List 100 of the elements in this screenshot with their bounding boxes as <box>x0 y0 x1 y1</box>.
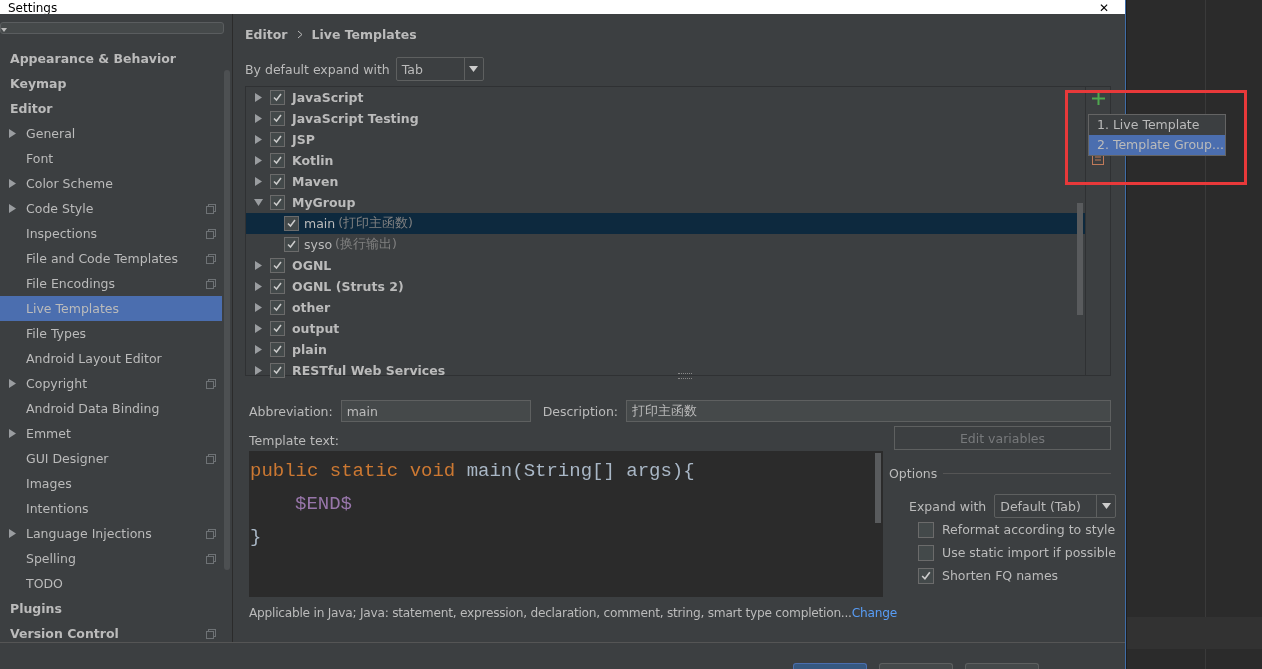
checkbox[interactable] <box>270 300 285 315</box>
sidebar-item[interactable]: File Types <box>0 321 232 346</box>
checkbox[interactable] <box>284 216 299 231</box>
template-group[interactable]: JavaScript Testing <box>246 108 1085 129</box>
checkbox[interactable] <box>270 321 285 336</box>
copy-icon <box>206 278 216 289</box>
sidebar-item[interactable]: Appearance & Behavior <box>0 46 232 71</box>
expand-arrow-icon[interactable] <box>254 366 263 375</box>
code-line: public static void main(String[] args){ <box>249 459 696 484</box>
sidebar-item[interactable]: Version Control <box>0 621 232 646</box>
template-group[interactable]: other <box>246 297 1085 318</box>
expand-arrow-icon <box>9 529 16 538</box>
expand-arrow-icon[interactable] <box>254 282 263 291</box>
template-group[interactable]: JSP <box>246 129 1085 150</box>
checkbox[interactable] <box>270 174 285 189</box>
search-field[interactable] <box>0 22 224 34</box>
template-group[interactable]: plain <box>246 339 1085 360</box>
scrollbar[interactable] <box>1077 203 1083 315</box>
sidebar-item[interactable]: Android Data Binding <box>0 396 232 421</box>
checkbox[interactable] <box>918 521 934 538</box>
dropdown-arrow-icon <box>469 66 479 72</box>
sidebar-item[interactable]: Keymap <box>0 71 232 96</box>
template-group[interactable]: MyGroup <box>246 192 1085 213</box>
checkbox[interactable] <box>270 132 285 147</box>
template-group[interactable]: Kotlin <box>246 150 1085 171</box>
sidebar-item[interactable]: Intentions <box>0 496 232 521</box>
expand-dropdown[interactable]: Tab <box>395 57 484 81</box>
expand-arrow-icon <box>9 379 16 388</box>
template-group[interactable]: JavaScript <box>246 87 1085 108</box>
checkbox[interactable] <box>918 567 934 584</box>
menu-item[interactable]: 1. Live Template <box>1089 115 1225 135</box>
sidebar-item[interactable]: Editor <box>0 96 232 121</box>
checkbox[interactable] <box>918 544 934 561</box>
sidebar-item[interactable]: Android Layout Editor <box>0 346 232 371</box>
sidebar-item[interactable]: Emmet <box>0 421 232 446</box>
expand-arrow-icon[interactable] <box>254 345 263 354</box>
code-line: $END$ <box>294 492 353 517</box>
expand-arrow-icon[interactable] <box>254 114 263 123</box>
expand-arrow-icon[interactable] <box>254 324 263 333</box>
checkbox[interactable] <box>284 237 299 252</box>
expand-label: By default expand with <box>245 61 390 77</box>
sidebar-item[interactable]: Language Injections <box>0 521 232 546</box>
expand-arrow-icon[interactable] <box>254 177 263 186</box>
sidebar-item[interactable]: File Encodings <box>0 271 232 296</box>
expand-arrow-icon[interactable] <box>254 303 263 312</box>
options-heading: Options <box>889 465 938 481</box>
copy-icon <box>206 378 216 389</box>
sidebar-item[interactable]: GUI Designer <box>0 446 232 471</box>
sidebar-item[interactable]: Font <box>0 146 232 171</box>
close-button[interactable]: ✕ <box>1091 2 1117 14</box>
abbreviation-label: Abbreviation: <box>249 403 333 419</box>
template-group[interactable]: OGNL (Struts 2) <box>246 276 1085 297</box>
expand-with-label: Expand with <box>909 498 987 514</box>
collapse-arrow-icon[interactable] <box>254 198 263 207</box>
template-group[interactable]: RESTful Web Services <box>246 360 1085 381</box>
checkbox[interactable] <box>270 258 285 273</box>
list-icon[interactable] <box>1092 153 1104 165</box>
template-group[interactable]: OGNL <box>246 255 1085 276</box>
sidebar-item[interactable]: Copyright <box>0 371 232 396</box>
window-title: Settings <box>8 2 58 14</box>
code-editor[interactable]: public static void main(String[] args){ $END$ } <box>249 451 883 597</box>
checkbox[interactable] <box>270 363 285 378</box>
checkbox[interactable] <box>270 111 285 126</box>
checkbox[interactable] <box>270 195 285 210</box>
sidebar-item[interactable]: Plugins <box>0 596 232 621</box>
expand-arrow-icon[interactable] <box>254 156 263 165</box>
sidebar-item[interactable]: Spelling <box>0 546 232 571</box>
scrollbar[interactable] <box>875 453 881 523</box>
template-row[interactable]: main (打印主函数) <box>246 213 1085 234</box>
copy-icon <box>206 453 216 464</box>
template-text-label: Template text: <box>249 433 340 450</box>
description-label: Description: <box>542 403 619 419</box>
checkbox[interactable] <box>270 90 285 105</box>
breadcrumb-item: Live Templates <box>311 26 417 42</box>
change-link[interactable]: Change <box>851 606 897 620</box>
template-group[interactable]: Maven <box>246 171 1085 192</box>
description-field[interactable]: 打印主函数 <box>626 400 1111 422</box>
checkbox[interactable] <box>270 153 285 168</box>
resize-handle[interactable] <box>678 373 692 379</box>
add-icon[interactable] <box>1091 92 1105 105</box>
template-row[interactable]: syso (换行输出) <box>246 234 1085 255</box>
expand-with-dropdown[interactable]: Default (Tab) <box>994 494 1117 518</box>
abbreviation-field[interactable]: main <box>340 400 531 422</box>
sidebar-item[interactable]: Images <box>0 471 232 496</box>
expand-arrow-icon <box>9 179 16 188</box>
copy-icon <box>206 253 216 264</box>
checkbox[interactable] <box>270 279 285 294</box>
expand-arrow-icon[interactable] <box>254 261 263 270</box>
template-group[interactable]: output <box>246 318 1085 339</box>
sidebar-item[interactable]: TODO <box>0 571 232 596</box>
chevron-icon <box>296 29 303 39</box>
sidebar-item[interactable]: File and Code Templates <box>0 246 232 271</box>
checkbox[interactable] <box>270 342 285 357</box>
option-label: Use static import if possible <box>942 545 1116 560</box>
expand-arrow-icon[interactable] <box>254 135 263 144</box>
sidebar-item[interactable]: Inspections <box>0 221 232 246</box>
sidebar-item[interactable]: Code Style <box>0 196 232 221</box>
expand-arrow-icon[interactable] <box>254 93 263 102</box>
sidebar-item[interactable]: General <box>0 121 232 146</box>
sidebar-item[interactable]: Color Scheme <box>0 171 232 196</box>
